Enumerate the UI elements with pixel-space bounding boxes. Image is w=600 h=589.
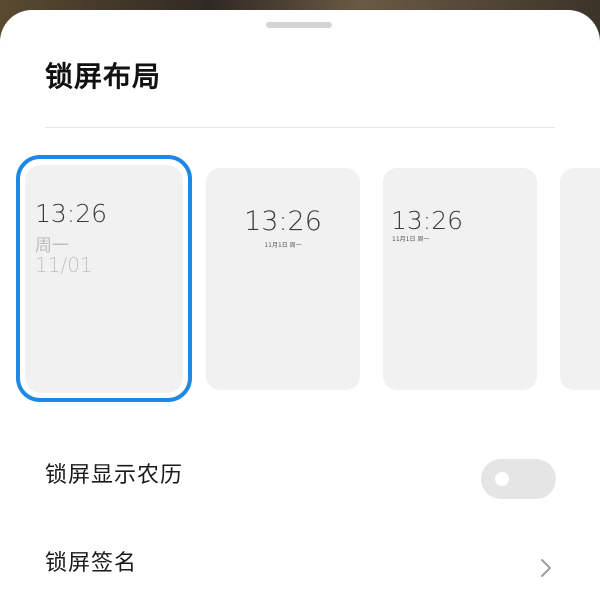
layout-3-time: 13:26 [391,206,464,235]
layout-option-3[interactable]: 13:26 11月1日 周一 [383,168,537,390]
layout-option-4[interactable] [560,168,600,390]
layout-option-2[interactable]: 13:26 11月1日 周一 [206,168,360,390]
sheet-title: 锁屏布局 [45,60,162,93]
lunar-toggle[interactable] [481,459,556,499]
lunar-setting-label: 锁屏显示农历 [45,463,184,488]
layout-2-date: 11月1日 周一 [264,242,302,249]
title-divider [45,127,555,128]
sheet-drag-handle[interactable] [266,22,332,28]
layout-3-date: 11月1日 周一 [392,236,430,243]
layout-1-time: 13:26 [35,199,108,228]
toggle-switch-icon [495,472,509,486]
bottom-sheet: 锁屏布局 13:26 周一 11/01 13:26 11月1日 周一 13:26… [0,10,600,589]
signature-setting-label[interactable]: 锁屏签名 [45,545,137,577]
chevron-right-icon[interactable] [536,556,556,580]
layout-1-date: 11/01 [35,253,93,277]
layout-2-time: 13:26 [244,206,322,237]
layout-option-1[interactable]: 13:26 周一 11/01 [25,165,183,393]
